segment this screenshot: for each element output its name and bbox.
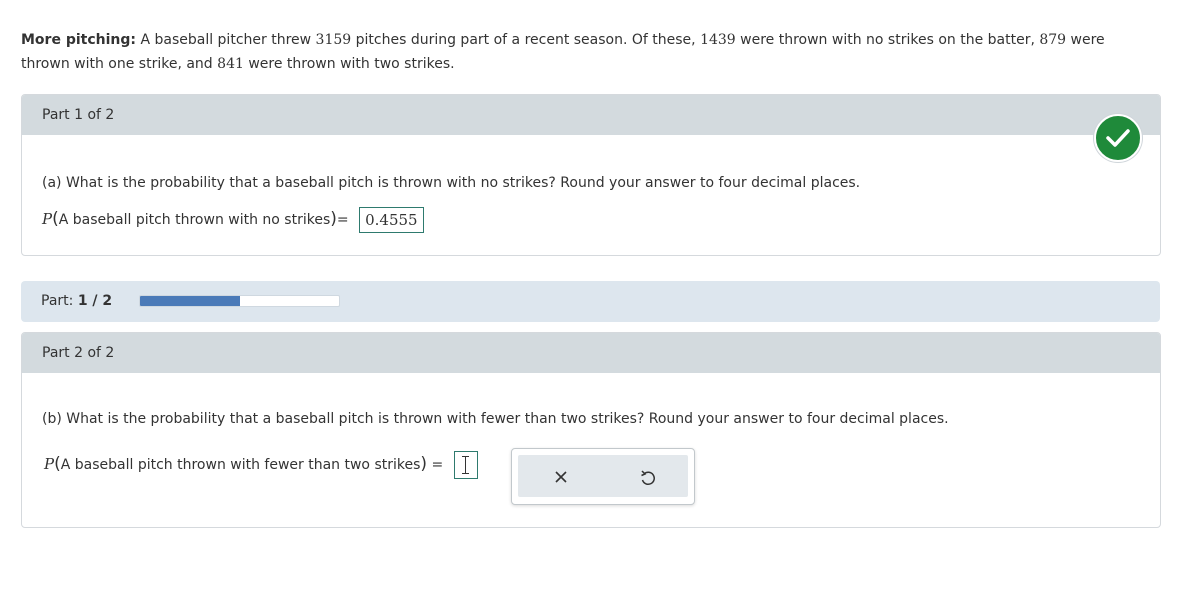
intro-text: A baseball pitcher threw <box>140 32 312 48</box>
answer-toolbar <box>511 448 695 505</box>
part1-answer-line: P(A baseball pitch thrown with no strike… <box>42 207 424 233</box>
intro-text: were thrown with two strikes. <box>248 56 455 72</box>
part1-header: Part 1 of 2 <box>22 95 1160 135</box>
p-symbol: P <box>42 210 53 228</box>
two-strikes-count: 841 <box>217 56 244 72</box>
progress-track <box>139 295 340 307</box>
undo-icon <box>641 470 655 485</box>
correct-check-icon <box>1094 114 1142 162</box>
part1-title: Part 1 of 2 <box>42 107 115 123</box>
undo-button[interactable] <box>637 467 657 487</box>
toolbar-inner <box>518 455 688 497</box>
part1-question: (a) What is the probability that a baseb… <box>42 175 861 191</box>
progress-value: 1 / 2 <box>77 293 113 309</box>
part2-answer-line: P(A baseball pitch thrown with fewer tha… <box>44 451 478 479</box>
part2-header: Part 2 of 2 <box>22 333 1160 373</box>
part1-event: A baseball pitch thrown with no strikes <box>58 212 331 228</box>
part1-answer-field[interactable]: 0.4555 <box>359 207 424 233</box>
no-strikes-count: 1439 <box>700 32 736 48</box>
part2-question: (b) What is the probability that a baseb… <box>42 411 949 427</box>
part-progress: Part: 1 / 2 <box>21 281 1160 322</box>
intro-text: were thrown with no strikes on the batte… <box>740 32 1035 48</box>
close-paren: ) <box>330 209 337 229</box>
clear-button[interactable] <box>551 467 571 487</box>
total-pitches: 3159 <box>315 32 352 48</box>
text-cursor-icon <box>461 456 469 474</box>
close-icon <box>555 471 567 483</box>
progress-label: Part: 1 / 2 <box>41 293 112 309</box>
part2-title: Part 2 of 2 <box>42 345 115 361</box>
part1-card: Part 1 of 2 (a) What is the probability … <box>21 94 1161 256</box>
p-symbol: P <box>44 455 55 473</box>
open-paren: ( <box>54 454 61 474</box>
progress-label-text: Part: <box>41 293 74 309</box>
equals-sign: = <box>431 457 444 473</box>
part2-event: A baseball pitch thrown with fewer than … <box>60 457 421 473</box>
one-strike-count: 879 <box>1039 32 1067 48</box>
progress-fill <box>140 296 240 306</box>
equals-sign: = <box>336 212 349 228</box>
part2-answer-field[interactable] <box>453 451 478 479</box>
open-paren: ( <box>52 209 59 229</box>
problem-label: More pitching: <box>21 32 136 48</box>
problem-statement: More pitching: A baseball pitcher threw … <box>21 28 1141 76</box>
close-paren: ) <box>420 454 428 474</box>
intro-text: pitches during part of a recent season. … <box>355 32 696 48</box>
